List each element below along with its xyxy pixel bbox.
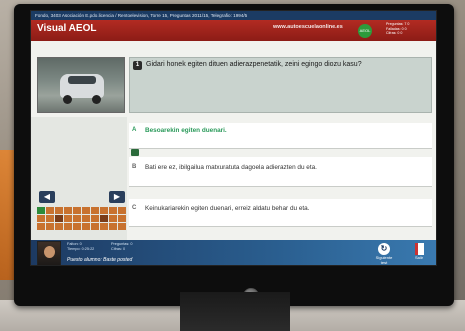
answer-a-letter: A	[132, 127, 137, 133]
grid-cell[interactable]	[118, 207, 126, 214]
grid-cell[interactable]	[46, 223, 54, 230]
stat-questions: Preguntas: 7 0	[386, 22, 410, 26]
grid-cell[interactable]	[73, 223, 81, 230]
exit-label: Salir	[414, 255, 423, 260]
grid-cell[interactable]	[37, 223, 45, 230]
grid-cell[interactable]	[64, 223, 72, 230]
question-box: 1 Gidari honek egiten dituen adierazpene…	[129, 57, 432, 113]
grid-cell[interactable]	[55, 223, 63, 230]
grid-cell[interactable]	[46, 215, 54, 222]
grid-cell[interactable]	[55, 215, 63, 222]
next-test-label: Siguiente test	[375, 255, 393, 265]
grid-cell[interactable]	[82, 215, 90, 222]
status-bar: Falton: 0 Tiempo: 0:25:22 Preguntas: 0 C…	[31, 240, 436, 265]
status-items: Falton: 0 Tiempo: 0:25:22	[67, 242, 94, 252]
question-photo	[37, 57, 125, 113]
status-message: Puesto alumno: Baste posted	[67, 257, 133, 263]
status-time: Tiempo: 0:25:22	[67, 247, 95, 251]
answer-b-text: Bati ere ez, ibilgailua matxuratuta dago…	[145, 164, 317, 171]
app-screen: Fondo, 3403 Asociación E.pdo.licencia / …	[30, 10, 437, 266]
answer-c-text: Keinukariarekin egiten duenari, erreiz a…	[145, 205, 310, 212]
site-url[interactable]: www.autoescuelaonline.es	[273, 24, 343, 30]
answer-a-text: Besoarekin egiten duenari.	[145, 127, 227, 134]
arrow-right-icon: ▶	[113, 192, 121, 201]
stat-figures: Cifras: 0 0	[386, 31, 403, 36]
grid-cell[interactable]	[100, 207, 108, 214]
grid-cell[interactable]	[91, 215, 99, 222]
status-items-right: Preguntas: 0 Cifras: 0	[111, 242, 133, 252]
grid-cell[interactable]	[46, 207, 54, 214]
exit-button[interactable]: Salir	[409, 243, 429, 265]
question-number: 1	[133, 61, 142, 70]
grid-cell[interactable]	[109, 215, 117, 222]
question-text: Gidari honek egiten dituen adierazpeneta…	[146, 61, 362, 68]
arrow-left-icon: ◀	[43, 192, 51, 201]
grid-cell[interactable]	[64, 207, 72, 214]
grid-cell[interactable]	[118, 215, 126, 222]
answer-c[interactable]: C Keinukariarekin egiten duenari, erreiz…	[129, 199, 432, 227]
app-header: Visual AEOL www.autoescuelaonline.es AEO…	[31, 20, 436, 41]
car-window	[68, 76, 96, 84]
grid-cell[interactable]	[73, 215, 81, 222]
avatar	[37, 241, 61, 265]
stats-panel: Preguntas: 7 0 Falladas: 0 0 Cifras: 0 0	[386, 22, 409, 36]
grid-cell[interactable]	[109, 223, 117, 230]
monitor-stand	[180, 292, 290, 331]
answer-c-letter: C	[132, 205, 137, 211]
answer-check-icon	[131, 149, 139, 156]
grid-cell[interactable]	[73, 207, 81, 214]
grid-cell[interactable]	[109, 207, 117, 214]
grid-cell[interactable]	[100, 215, 108, 222]
answer-b[interactable]: B Bati ere ez, ibilgailua matxuratuta da…	[129, 157, 432, 187]
next-test-button[interactable]: ↻ Siguiente test	[373, 243, 395, 265]
question-grid	[37, 207, 126, 230]
next-question-button[interactable]: ▶	[109, 191, 125, 203]
grid-cell[interactable]	[91, 223, 99, 230]
app-title: Visual AEOL	[37, 23, 97, 34]
grid-cell[interactable]	[37, 207, 45, 214]
exit-door-icon	[414, 243, 424, 255]
grid-cell[interactable]	[64, 215, 72, 222]
car-wheel-left	[63, 95, 72, 104]
grid-cell[interactable]	[100, 223, 108, 230]
status-figures: Cifras: 0	[111, 247, 126, 251]
prev-question-button[interactable]: ◀	[39, 191, 55, 203]
refresh-icon: ↻	[378, 243, 390, 255]
answer-a[interactable]: A Besoarekin egiten duenari.	[129, 123, 432, 149]
answer-b-letter: B	[132, 164, 137, 170]
grid-cell[interactable]	[82, 207, 90, 214]
car-wheel-right	[92, 95, 101, 104]
status-badge: AEOL	[358, 24, 372, 38]
grid-cell[interactable]	[55, 207, 63, 214]
grid-cell[interactable]	[91, 207, 99, 214]
info-bar: Fondo, 3403 Asociación E.pdo.licencia / …	[31, 11, 436, 20]
grid-cell[interactable]	[82, 223, 90, 230]
grid-cell[interactable]	[118, 223, 126, 230]
grid-cell[interactable]	[37, 215, 45, 222]
